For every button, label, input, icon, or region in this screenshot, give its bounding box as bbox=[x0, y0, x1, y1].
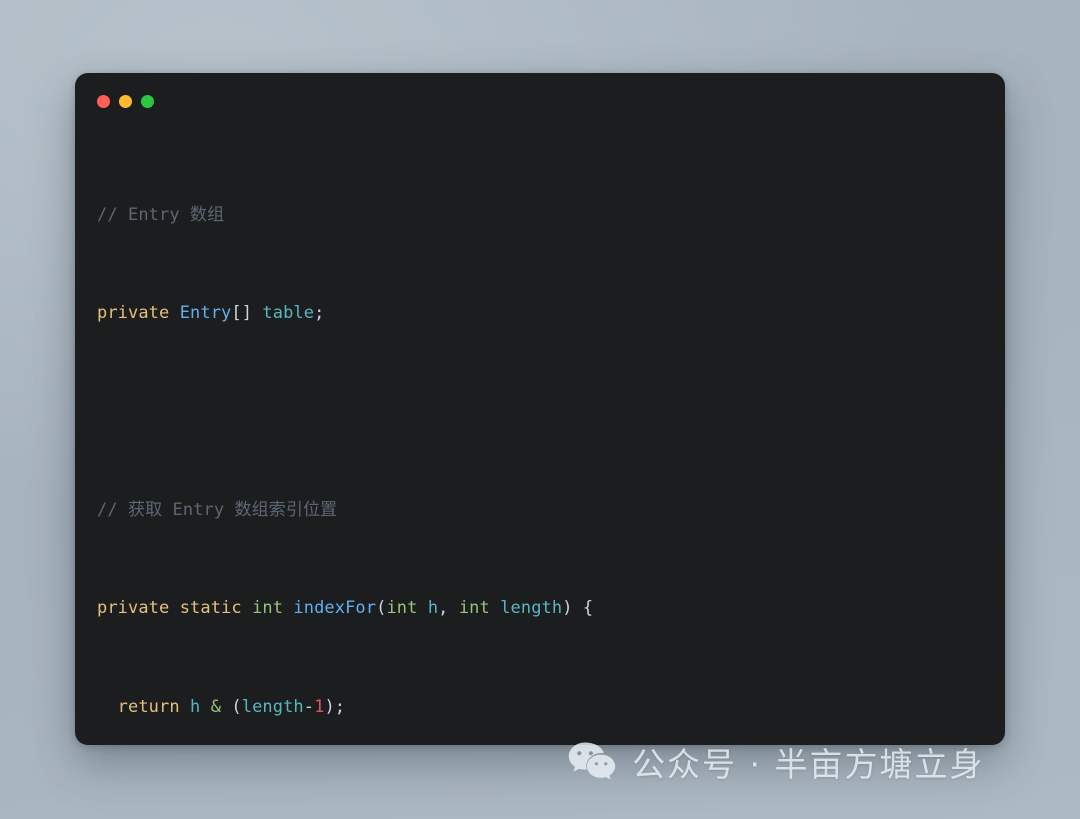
token-keyword-private: private bbox=[97, 598, 170, 619]
window-titlebar[interactable] bbox=[75, 73, 1005, 129]
token-operator-minus: - bbox=[303, 696, 315, 717]
code-line: private Entry[] table; bbox=[97, 301, 1005, 326]
token-var-length: length bbox=[241, 696, 304, 717]
code-line: return h & (length-1); bbox=[97, 695, 1005, 720]
token-operator-and: & bbox=[210, 696, 222, 717]
token-type-int: int bbox=[252, 598, 284, 619]
token-type-entry: Entry bbox=[179, 303, 232, 324]
token-number-1: 1 bbox=[314, 696, 325, 717]
token-keyword-return: return bbox=[117, 696, 180, 717]
token-semicolon: ; bbox=[334, 696, 346, 717]
token-keyword-static: static bbox=[179, 598, 242, 619]
token-type-int: int bbox=[386, 598, 418, 619]
zoom-button[interactable] bbox=[141, 94, 154, 108]
token-paren: ( bbox=[376, 598, 387, 619]
code-line: private static int indexFor(int h, int l… bbox=[97, 596, 1005, 621]
token-paren: ) bbox=[324, 696, 335, 717]
token-param-length: length bbox=[500, 598, 563, 619]
minimize-button[interactable] bbox=[119, 94, 132, 108]
token-type-int: int bbox=[458, 598, 490, 619]
token-brace-open: { bbox=[582, 598, 594, 619]
close-button[interactable] bbox=[97, 94, 110, 108]
code-line: // Entry 数组 bbox=[97, 203, 1005, 228]
code-comment: // 获取 Entry 数组索引位置 bbox=[97, 499, 338, 520]
token-keyword-private: private bbox=[97, 303, 170, 324]
token-method-indexfor: indexFor bbox=[293, 598, 377, 619]
token-paren: ( bbox=[231, 696, 242, 717]
token-semicolon: ; bbox=[314, 303, 325, 324]
code-window: // Entry 数组 private Entry[] table; // 获取… bbox=[75, 73, 1005, 745]
code-block[interactable]: // Entry 数组 private Entry[] table; // 获取… bbox=[75, 129, 1005, 745]
token-paren: ) bbox=[562, 598, 573, 619]
token-brackets: [] bbox=[231, 303, 253, 324]
code-comment: // Entry 数组 bbox=[97, 204, 225, 225]
token-comma: , bbox=[438, 598, 449, 619]
code-line: // 获取 Entry 数组索引位置 bbox=[97, 498, 1005, 523]
token-param-h: h bbox=[427, 598, 439, 619]
token-var-h: h bbox=[190, 696, 201, 717]
token-field-table: table bbox=[262, 303, 315, 324]
